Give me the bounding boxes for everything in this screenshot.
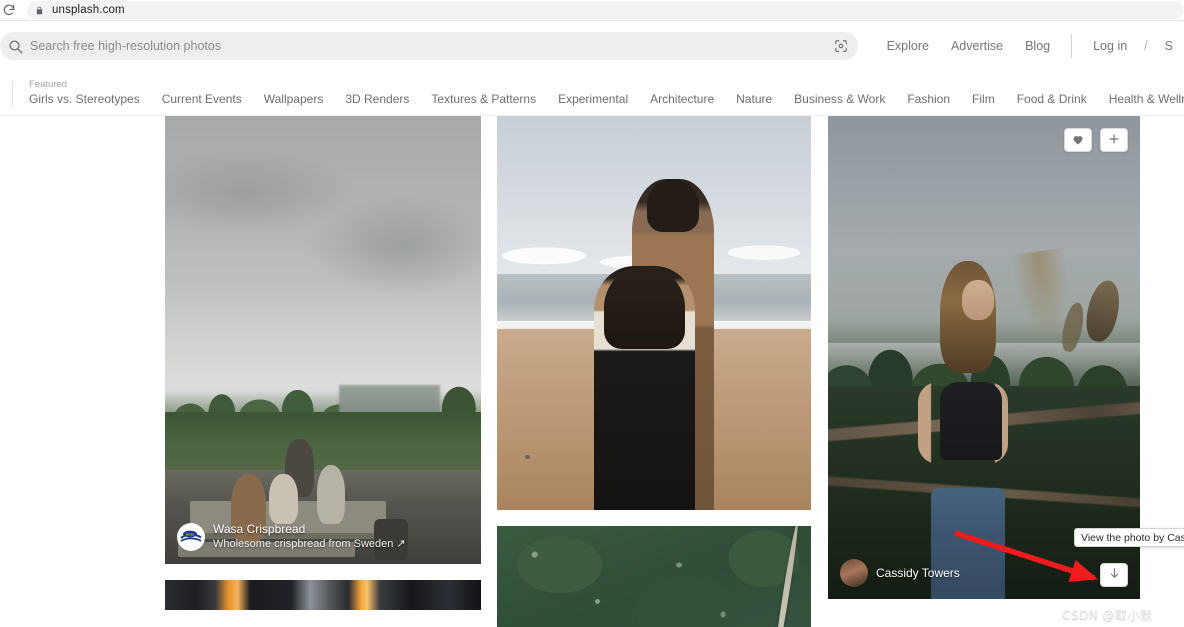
- csdn-watermark: CSDN @取小默: [1062, 608, 1153, 622]
- category-nature[interactable]: Nature: [736, 91, 772, 107]
- photo-card-field[interactable]: Cassidy Towers: [828, 116, 1140, 599]
- category-film[interactable]: Film: [972, 91, 995, 107]
- photo-author-attribution[interactable]: Cassidy Towers: [840, 559, 960, 587]
- auth-links: Log in / S: [1082, 39, 1184, 53]
- login-link[interactable]: Log in: [1093, 39, 1127, 53]
- category-featured[interactable]: Featured Girls vs. Stereotypes: [29, 78, 140, 115]
- author-name[interactable]: Cassidy Towers: [876, 566, 960, 581]
- photo-field-woman-top: [940, 381, 1003, 460]
- heart-icon: [1072, 133, 1084, 148]
- category-health-wellness[interactable]: Health & Wellness: [1109, 91, 1184, 107]
- address-bar-url: unsplash.com: [52, 4, 125, 16]
- browser-chrome: unsplash.com: [0, 0, 1184, 21]
- download-arrow-icon: [1108, 567, 1121, 583]
- category-left-rule: [12, 81, 13, 107]
- nav-divider: [1071, 34, 1073, 58]
- category-experimental[interactable]: Experimental: [558, 91, 628, 107]
- svg-text:wasa: wasa: [186, 532, 195, 536]
- category-food-drink[interactable]: Food & Drink: [1017, 91, 1087, 107]
- sponsor-text: Wasa Crispbread Wholesome crispbread fro…: [213, 522, 406, 552]
- category-architecture[interactable]: Architecture: [650, 91, 714, 107]
- featured-title[interactable]: Girls vs. Stereotypes: [29, 91, 140, 107]
- like-button[interactable]: [1064, 128, 1092, 152]
- photo-dark-orange-content: [165, 580, 481, 610]
- category-textures-patterns[interactable]: Textures & Patterns: [431, 91, 536, 107]
- photo-card-picnic[interactable]: wasa Wasa Crispbread Wholesome crispbrea…: [165, 116, 481, 564]
- category-wallpapers[interactable]: Wallpapers: [264, 91, 324, 107]
- auth-separator: /: [1144, 39, 1148, 53]
- photo-forest-canopy: [497, 526, 811, 627]
- category-3d-renders[interactable]: 3D Renders: [345, 91, 409, 107]
- nav-link-explore[interactable]: Explore: [887, 39, 929, 53]
- lock-icon: [35, 5, 44, 16]
- author-text: Cassidy Towers: [876, 566, 960, 581]
- photo-card-forest[interactable]: [497, 526, 811, 627]
- search-bar[interactable]: [0, 32, 858, 60]
- wasa-logo-avatar: wasa: [177, 523, 205, 551]
- reload-icon[interactable]: [0, 1, 18, 19]
- nav-link-blog[interactable]: Blog: [1025, 39, 1050, 53]
- gallery-column-2: [497, 116, 811, 627]
- sponsor-name: Wasa Crispbread: [213, 522, 306, 536]
- signup-link[interactable]: S: [1165, 39, 1173, 53]
- gallery-column-1: wasa Wasa Crispbread Wholesome crispbrea…: [165, 116, 481, 626]
- photo-card-beach[interactable]: [497, 116, 811, 510]
- photo-gallery: wasa Wasa Crispbread Wholesome crispbrea…: [0, 116, 1184, 627]
- photo-action-buttons: [1064, 128, 1128, 152]
- search-input[interactable]: [28, 39, 828, 53]
- category-fashion[interactable]: Fashion: [907, 91, 950, 107]
- nav-link-advertise[interactable]: Advertise: [951, 39, 1003, 53]
- address-bar[interactable]: unsplash.com: [27, 1, 1184, 19]
- download-tooltip: View the photo by Cassid: [1074, 528, 1184, 547]
- plus-icon: [1108, 133, 1120, 148]
- header-nav: Explore Advertise Blog Log in / S: [876, 21, 1184, 71]
- visual-search-icon[interactable]: [828, 33, 854, 59]
- photo-person-seated-3: [316, 465, 346, 524]
- featured-label: Featured: [29, 79, 68, 90]
- download-button[interactable]: [1100, 563, 1128, 587]
- search-icon: [2, 32, 28, 60]
- photo-beach-person-front: [594, 265, 695, 510]
- category-business-work[interactable]: Business & Work: [794, 91, 885, 107]
- category-items: Current Events Wallpapers 3D Renders Tex…: [140, 91, 1184, 115]
- category-nav: Featured Girls vs. Stereotypes Current E…: [0, 71, 1184, 116]
- site-header: Explore Advertise Blog Log in / S: [0, 21, 1184, 71]
- photo-person-seated-2: [269, 474, 298, 524]
- photo-card-dark-orange[interactable]: [165, 580, 481, 610]
- sponsor-attribution[interactable]: wasa Wasa Crispbread Wholesome crispbrea…: [177, 522, 406, 552]
- photo-field-woman-face: [962, 280, 995, 321]
- photo-beach-debris: [525, 454, 531, 459]
- cassidy-avatar[interactable]: [840, 559, 868, 587]
- category-current-events[interactable]: Current Events: [162, 91, 242, 107]
- sponsor-tagline[interactable]: Wholesome crispbread from Sweden ↗: [213, 537, 406, 552]
- add-to-collection-button[interactable]: [1100, 128, 1128, 152]
